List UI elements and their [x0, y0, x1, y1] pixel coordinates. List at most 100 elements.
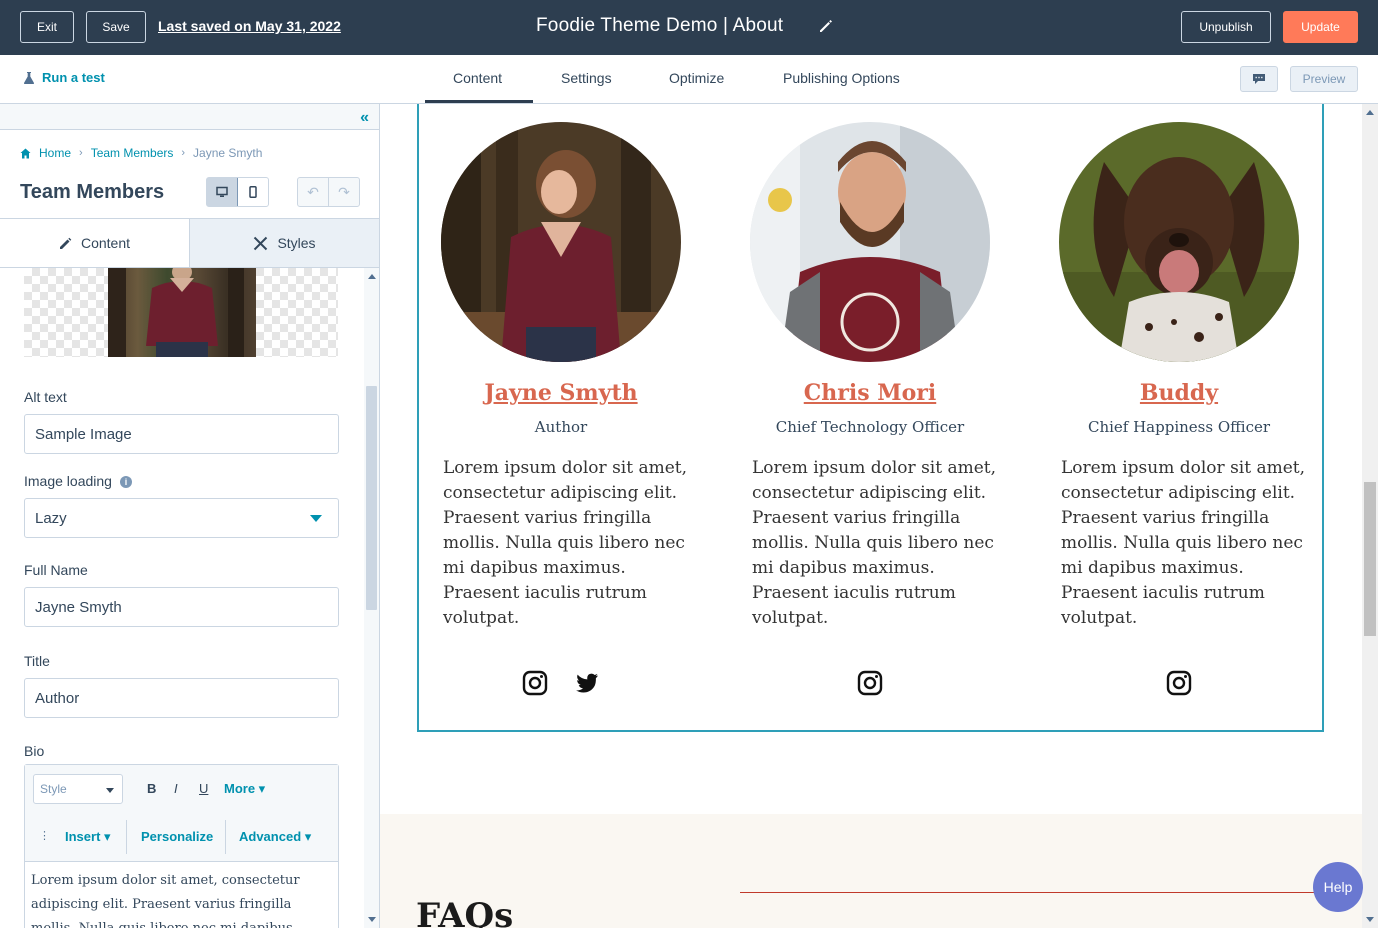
advanced-dropdown[interactable]: Advanced ▾ [239, 829, 311, 845]
scroll-down-icon[interactable] [368, 917, 376, 922]
redo-icon: ↷ [338, 183, 350, 200]
style-dropdown-value: Style [40, 782, 67, 796]
bio-label: Bio [24, 743, 45, 759]
faq-heading: FAQs [416, 896, 514, 928]
subtab-styles-label: Styles [277, 235, 316, 251]
chevron-right-icon: › [79, 147, 83, 159]
member-photo [441, 122, 681, 362]
comments-button[interactable] [1240, 66, 1278, 92]
scrollbar-thumb[interactable] [1364, 482, 1376, 636]
scroll-down-icon[interactable] [1366, 917, 1374, 922]
canvas-scrollbar[interactable] [1362, 104, 1378, 928]
alt-text-label: Alt text [24, 389, 67, 405]
toolbar-divider [225, 820, 226, 854]
breadcrumb-current: Jayne Smyth [193, 146, 263, 160]
desktop-view-button[interactable] [207, 178, 238, 206]
rte-toolbar: Style B I U More ▾ ⋮ Insert ▾ Personaliz… [25, 765, 338, 862]
preview-button[interactable]: Preview [1290, 66, 1358, 92]
full-name-label: Full Name [24, 562, 88, 578]
mobile-view-button[interactable] [238, 178, 268, 206]
undo-button[interactable]: ↶ [298, 178, 328, 206]
scroll-up-icon[interactable] [1366, 110, 1374, 115]
module-title: Team Members [20, 181, 165, 203]
member-name-link[interactable]: Jayne Smyth [426, 380, 696, 406]
save-button[interactable]: Save [86, 11, 146, 43]
sidebar-panel: « Home › Team Members › Jayne Smyth Team… [0, 104, 380, 928]
more-dropdown[interactable]: More ▾ [224, 781, 265, 797]
desktop-icon [216, 186, 228, 197]
top-bar: Exit Save Last saved on May 31, 2022 Foo… [0, 0, 1378, 55]
faq-section[interactable]: FAQs [380, 814, 1362, 928]
comment-icon [1253, 74, 1265, 84]
sidebar-scrollbar[interactable] [364, 268, 379, 928]
bold-button[interactable]: B [147, 781, 156, 796]
underline-button[interactable]: U [199, 781, 208, 796]
personalize-button[interactable]: Personalize [141, 829, 213, 844]
toolbar-divider [126, 820, 127, 854]
help-button[interactable]: Help [1313, 862, 1363, 912]
flask-icon [23, 71, 35, 84]
twitter-icon[interactable] [574, 670, 600, 696]
member-bio: Lorem ipsum dolor sit amet, consectetur … [443, 458, 688, 628]
italic-button[interactable]: I [174, 781, 178, 796]
scroll-up-icon[interactable] [368, 274, 376, 279]
insert-label: Insert [65, 829, 101, 844]
image-loading-select[interactable]: Lazy [24, 498, 339, 538]
member-name-link[interactable]: Chris Mori [735, 380, 1005, 406]
member-name-link[interactable]: Buddy [1044, 380, 1314, 406]
full-name-input[interactable]: Jayne Smyth [24, 587, 339, 627]
member-photo [750, 122, 990, 362]
run-test-label: Run a test [42, 70, 105, 85]
active-tab-indicator [425, 100, 533, 103]
last-saved-link[interactable]: Last saved on May 31, 2022 [158, 18, 341, 34]
faq-divider [740, 892, 1340, 893]
drag-handle-icon[interactable]: ⋮ [39, 829, 50, 842]
run-test-link[interactable]: Run a test [22, 70, 105, 85]
member-title: Author [534, 418, 588, 436]
home-icon[interactable] [20, 148, 31, 159]
unpublish-button[interactable]: Unpublish [1181, 11, 1271, 43]
image-loading-label-text: Image loading [24, 473, 112, 489]
redo-button[interactable]: ↷ [328, 178, 359, 206]
chevron-down-icon [310, 515, 322, 522]
tab-publishing-options[interactable]: Publishing Options [783, 70, 900, 86]
tab-optimize[interactable]: Optimize [669, 70, 724, 86]
breadcrumb-team-members[interactable]: Team Members [91, 146, 174, 160]
subtab-content[interactable]: Content [0, 219, 189, 267]
subtab-styles[interactable]: Styles [189, 219, 379, 267]
instagram-icon[interactable] [1166, 670, 1192, 696]
member-title: Chief Technology Officer [775, 418, 965, 436]
scrollbar-thumb[interactable] [366, 386, 377, 610]
chevron-right-icon: › [181, 147, 186, 159]
tab-content[interactable]: Content [453, 70, 502, 86]
undo-icon: ↶ [307, 183, 319, 200]
advanced-label: Advanced [239, 829, 302, 844]
pencil-icon[interactable] [818, 18, 834, 34]
title-input[interactable]: Author [24, 678, 339, 718]
image-thumbnail [108, 268, 256, 357]
member-title: Chief Happiness Officer [1087, 418, 1271, 436]
image-loading-value: Lazy [35, 509, 67, 527]
instagram-icon[interactable] [857, 670, 883, 696]
bio-rich-text-editor: Style B I U More ▾ ⋮ Insert ▾ Personaliz… [24, 764, 339, 928]
image-preview[interactable] [24, 268, 338, 357]
subtab-content-label: Content [80, 235, 131, 251]
exit-button[interactable]: Exit [20, 11, 74, 43]
instagram-icon[interactable] [522, 670, 548, 696]
chevron-down-icon [106, 788, 114, 793]
info-icon[interactable]: i [119, 476, 132, 488]
page-preview-canvas: Jayne Smyth Author Lorem ipsum dolor sit… [380, 104, 1362, 928]
double-chevron-left-icon[interactable]: « [360, 109, 369, 127]
bio-text[interactable]: Lorem ipsum dolor sit amet, consectetur … [31, 869, 331, 928]
title-label: Title [24, 653, 50, 669]
pencil-icon [59, 237, 72, 249]
insert-dropdown[interactable]: Insert ▾ [65, 829, 111, 845]
breadcrumb: Home › Team Members › Jayne Smyth [20, 146, 262, 160]
member-photo [1059, 122, 1299, 362]
more-label: More [224, 781, 256, 796]
alt-text-input[interactable]: Sample Image [24, 414, 339, 454]
style-dropdown[interactable]: Style [33, 774, 123, 804]
update-button[interactable]: Update [1283, 11, 1358, 43]
breadcrumb-home[interactable]: Home [39, 146, 71, 160]
tab-settings[interactable]: Settings [561, 70, 612, 86]
